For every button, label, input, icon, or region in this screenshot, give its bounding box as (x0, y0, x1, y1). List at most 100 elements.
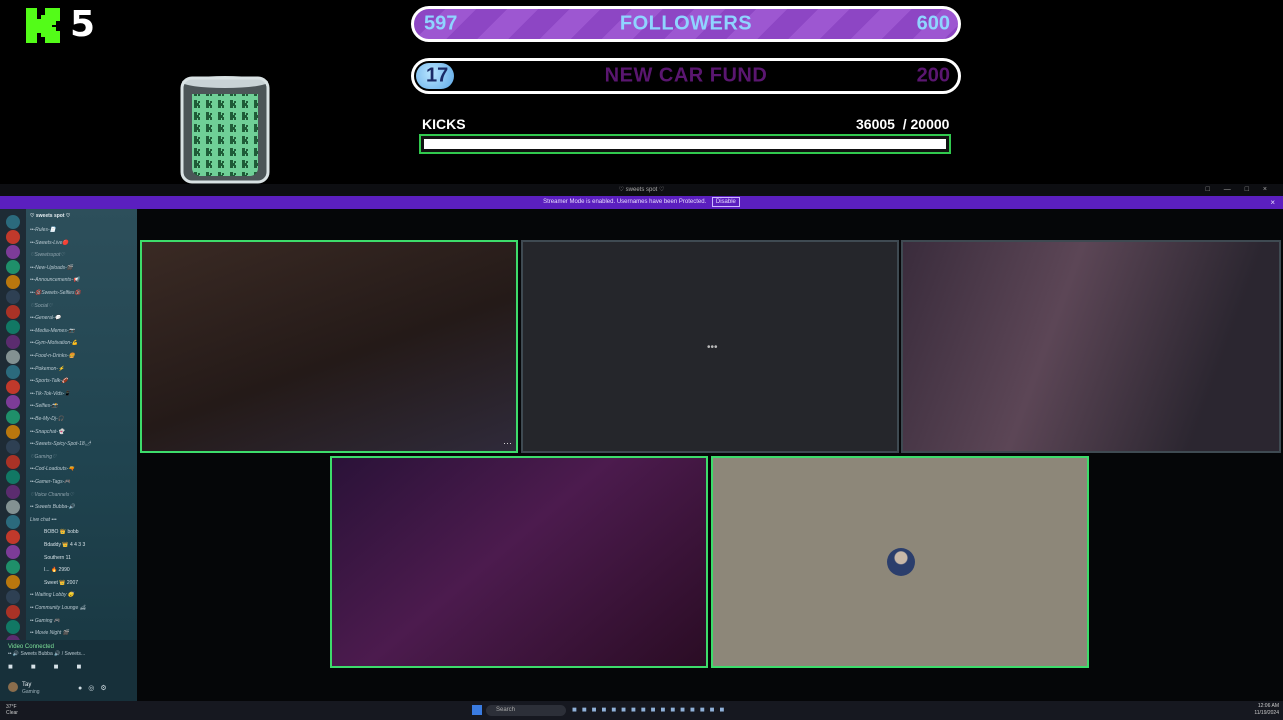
loading-dots: ••• (707, 342, 718, 353)
channel-category[interactable]: ♡Voice Channels♡ (30, 492, 74, 498)
voice-status: Video Connected (8, 644, 54, 650)
channel-category[interactable]: ♡Gaming♡ (30, 454, 56, 460)
channel-item[interactable]: •• Community Lounge 🛋 (30, 605, 86, 611)
channel-item[interactable]: •• Gaming 🎮 (30, 618, 60, 624)
server-icon[interactable] (6, 590, 20, 604)
clock-date: 11/19/2024 (1254, 710, 1279, 716)
video-tile-2[interactable]: ••• (521, 240, 899, 453)
window-controls[interactable]: □ — □ × (1206, 186, 1273, 193)
voice-user: Tay (22, 682, 32, 688)
channel-item[interactable]: ••-Food-n-Drinks-🍔 (30, 353, 75, 359)
voice-channel: •• 🔊 Sweets Bubba 🔊 / Sweets... (8, 651, 86, 657)
server-icon[interactable] (6, 425, 20, 439)
server-icon[interactable] (6, 560, 20, 574)
server-icon[interactable] (6, 305, 20, 319)
channel-item[interactable]: ••-Snapchat-👻 (30, 429, 64, 435)
channel-item[interactable]: ••-Gym-Motivation-💪 (30, 340, 78, 346)
channel-item[interactable]: •• Movie Night 🎬 (30, 630, 69, 636)
banner-text: Streamer Mode is enabled. Usernames have… (543, 199, 707, 205)
channel-item[interactable]: ••-Sports-Talk-🏈 (30, 378, 68, 384)
server-icon[interactable] (6, 245, 20, 259)
user-settings-icons[interactable]: ●◎⚙ (78, 684, 113, 692)
channel-item[interactable]: ••-Sweets-Spicy-Spot-18🌶 (30, 441, 91, 447)
channel-item[interactable]: ••-New-Uploads-🎬 (30, 265, 73, 271)
server-icon[interactable] (6, 335, 20, 349)
video-tile-5[interactable] (711, 456, 1089, 668)
server-icon[interactable] (6, 290, 20, 304)
followers-label: FOLLOWERS (619, 12, 753, 35)
voice-user-item[interactable]: I... 🔥 2990 (44, 567, 70, 573)
server-icon[interactable] (6, 440, 20, 454)
server-icon[interactable] (6, 515, 20, 529)
video-tile-4[interactable] (330, 456, 708, 668)
voice-controls[interactable]: ■■■■ (8, 662, 99, 671)
kicks-target: / 20000 (902, 116, 950, 132)
channel-item[interactable]: ••-Be-My-Dj-🎧 (30, 416, 64, 422)
server-name[interactable]: ♡ sweets spot ♡ (30, 213, 70, 219)
kick-logo-icon (26, 8, 60, 43)
followers-target: 600 (916, 12, 950, 35)
channel-category[interactable]: ♡Sweetsspot♡ (30, 252, 65, 258)
voice-user-item[interactable]: BOBO 👑 bobb (44, 529, 79, 535)
weather-widget[interactable]: 37°F Clear (6, 704, 18, 716)
close-icon[interactable]: × (1270, 196, 1275, 209)
server-icon[interactable] (6, 620, 20, 634)
server-icon[interactable] (6, 410, 20, 424)
channel-item[interactable]: ••-Tik-Tok-Vids-📱 (30, 391, 71, 397)
window-titlebar: ♡ sweets spot ♡ □ — □ × (0, 184, 1283, 196)
server-icon[interactable] (6, 275, 20, 289)
channel-item[interactable]: ••-🔞Sweets-Selfies🔞 (30, 290, 81, 296)
taskbar-apps[interactable]: ■■■■■■■■■■■■■■■■ (572, 705, 729, 714)
voice-user-status: Gaming (22, 689, 40, 695)
avatar (887, 548, 915, 576)
server-icon[interactable] (6, 500, 20, 514)
start-icon[interactable] (472, 705, 482, 715)
channel-item[interactable]: ••-Media-Memes-📷 (30, 328, 75, 334)
voice-user-item[interactable]: Bdaddy 👑 4 4 3 3 (44, 542, 85, 548)
search-input[interactable]: Search (486, 705, 566, 716)
server-icon[interactable] (6, 395, 20, 409)
server-icon[interactable] (6, 320, 20, 334)
avatar[interactable] (8, 682, 18, 692)
channel-item[interactable]: •• Waiting Lobby 😴 (30, 592, 74, 598)
channel-item[interactable]: ••-Announcements-📢 (30, 277, 79, 283)
channel-item[interactable]: Live chat ••• (30, 517, 57, 523)
server-icon[interactable] (6, 545, 20, 559)
server-icon[interactable] (6, 485, 20, 499)
video-tile-1[interactable]: ⋯ (140, 240, 518, 453)
server-icon[interactable] (6, 215, 20, 229)
server-icon[interactable] (6, 530, 20, 544)
server-icon[interactable] (6, 470, 20, 484)
server-icon[interactable] (6, 365, 20, 379)
server-rail (0, 209, 26, 701)
channel-item[interactable]: ••-Sweets-Live🔴 (30, 240, 69, 246)
window-title: ♡ sweets spot ♡ (618, 187, 665, 193)
clock[interactable]: 12:06 AM 11/19/2024 (1254, 703, 1279, 717)
channel-item[interactable]: ••-Cod-Loadouts-🔫 (30, 466, 74, 472)
more-icon[interactable]: ⋯ (503, 438, 512, 449)
channel-item[interactable]: ••-Rules-📄 (30, 227, 56, 233)
kick-count: 5 (70, 4, 96, 45)
channel-category[interactable]: ♡Social♡ (30, 303, 53, 309)
disable-button[interactable]: Disable (711, 197, 740, 207)
channel-item[interactable]: ••-Selfies-📸 (30, 403, 58, 409)
server-icon[interactable] (6, 260, 20, 274)
voice-user-item[interactable]: Sweet 👑 2007 (44, 580, 78, 586)
kick-jar-icon (180, 76, 270, 184)
server-icon[interactable] (6, 350, 20, 364)
server-icon[interactable] (6, 605, 20, 619)
channel-item[interactable]: ••-Gamer-Tags-🎮 (30, 479, 71, 485)
taskbar: 37°F Clear Search ■■■■■■■■■■■■■■■■ 12:06… (0, 701, 1283, 720)
server-icon[interactable] (6, 230, 20, 244)
channel-item[interactable]: ••-General-💬 (30, 315, 61, 321)
video-tile-3[interactable] (901, 240, 1281, 453)
channel-item[interactable]: ••-Pokemon-⚡ (30, 366, 64, 372)
kicks-progress-bar (419, 134, 951, 154)
channel-item[interactable]: •• Sweets Bubba-🔊 (30, 504, 75, 510)
server-icon[interactable] (6, 575, 20, 589)
kicks-progress-fill (424, 139, 946, 149)
server-icon[interactable] (6, 455, 20, 469)
server-icon[interactable] (6, 380, 20, 394)
kicks-values: 36005 / 20000 (856, 116, 949, 132)
voice-user-item[interactable]: Southern 11 (44, 555, 71, 561)
